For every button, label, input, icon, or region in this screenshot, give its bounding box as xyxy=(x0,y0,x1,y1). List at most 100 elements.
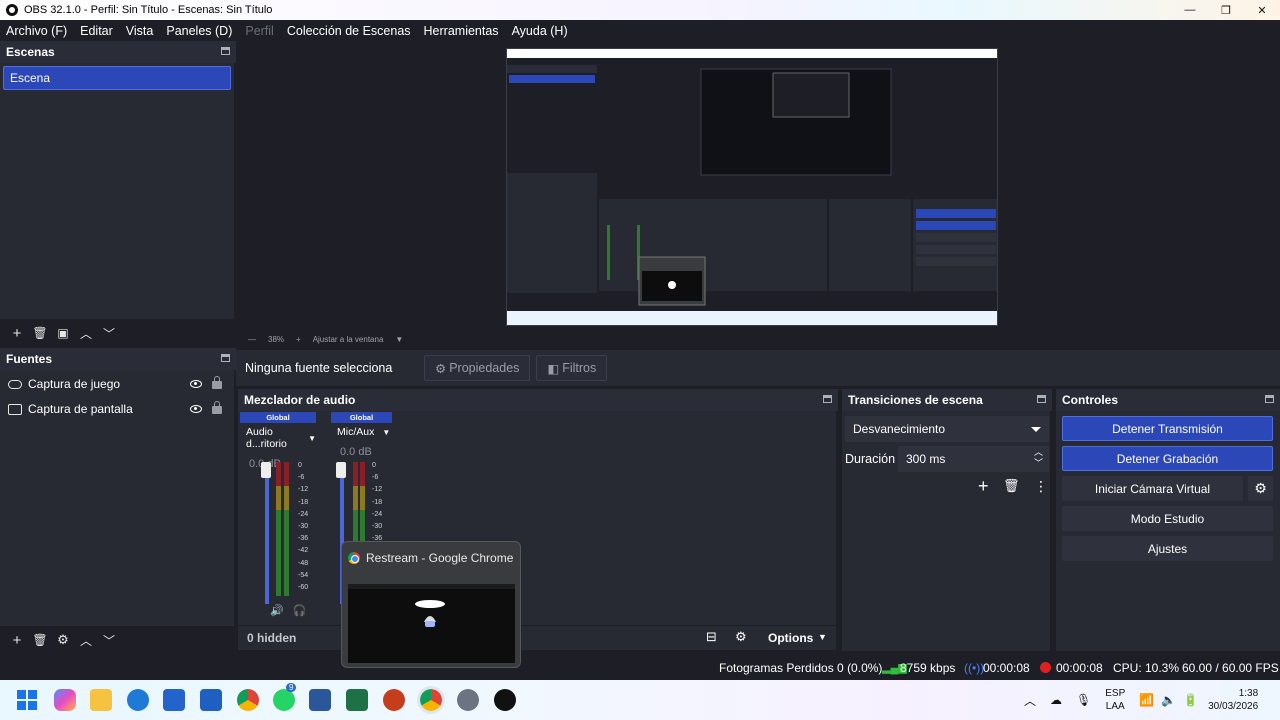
stop-stream-button[interactable]: Detener Transmisión xyxy=(1062,416,1273,441)
start-virtual-camera-button[interactable]: Iniciar Cámara Virtual xyxy=(1062,476,1243,501)
volume-fader-track[interactable] xyxy=(265,470,269,604)
channel-name: Mic/Aux xyxy=(337,426,375,438)
copilot-icon[interactable] xyxy=(54,689,76,711)
status-bar: Fotogramas Perdidos 0 (0.0%) ▂▄▆ 8759 kb… xyxy=(0,656,1280,680)
zoom-fit-dropdown[interactable]: Ajustar a la ventana xyxy=(313,335,384,344)
options-button[interactable]: Options xyxy=(768,631,813,645)
undock-icon[interactable] xyxy=(221,47,230,55)
menu-herramientas[interactable]: Herramientas xyxy=(424,24,499,38)
close-button[interactable]: ✕ xyxy=(1244,0,1280,20)
headphones-icon[interactable]: 🎧 xyxy=(293,605,307,617)
lock-icon[interactable] xyxy=(212,376,222,389)
edge-icon[interactable] xyxy=(127,689,149,711)
store-icon[interactable] xyxy=(163,689,185,711)
source-item-game-capture[interactable]: Captura de juego xyxy=(4,372,230,396)
move-up-icon[interactable]: ︿ xyxy=(75,322,97,344)
zoom-in-icon[interactable]: + xyxy=(296,335,301,344)
microphone-icon[interactable]: 🎙 xyxy=(1076,693,1091,707)
add-scene-icon[interactable]: + xyxy=(6,322,28,344)
file-explorer-icon[interactable] xyxy=(90,689,112,711)
whatsapp-icon[interactable]: 9 xyxy=(273,683,297,711)
scene-filters-icon[interactable]: ▣ xyxy=(52,322,74,344)
source-label: Captura de juego xyxy=(28,377,121,391)
channel-name-dropdown[interactable]: Audio d...ritorio ▼ xyxy=(240,426,316,450)
volume-fader-knob[interactable] xyxy=(261,462,271,478)
wifi-icon[interactable]: 📶 xyxy=(1139,693,1154,707)
more-options-icon[interactable]: ⋮ xyxy=(1034,478,1048,495)
controls-title: Controles xyxy=(1062,393,1119,407)
filters-button[interactable]: ◧ Filtros xyxy=(536,355,608,381)
source-label: Captura de pantalla xyxy=(28,402,133,416)
menu-vista[interactable]: Vista xyxy=(126,24,154,38)
move-up-icon[interactable]: ︿ xyxy=(75,629,97,651)
math-app-icon[interactable] xyxy=(200,689,222,711)
word-icon[interactable] xyxy=(309,689,331,711)
popup-title-row: Restream - Google Chrome xyxy=(348,551,513,565)
add-transition-icon[interactable]: + xyxy=(978,476,989,497)
lock-icon[interactable] xyxy=(212,401,222,414)
language-indicator[interactable]: ESP LAA xyxy=(1105,687,1125,713)
remove-source-icon[interactable]: 🗑 xyxy=(29,629,51,651)
virtual-camera-settings-gear-icon[interactable]: ⚙ xyxy=(1248,476,1273,501)
menu-archivo[interactable]: Archivo (F) xyxy=(6,24,67,38)
transitions-title: Transiciones de escena xyxy=(848,393,983,407)
menu-editar[interactable]: Editar xyxy=(80,24,113,38)
record-time: 00:00:08 xyxy=(1056,661,1103,675)
zoom-out-icon[interactable]: — xyxy=(248,335,256,344)
advanced-audio-icon[interactable]: ⚙ xyxy=(735,629,747,645)
studio-mode-button[interactable]: Modo Estudio xyxy=(1062,506,1273,531)
powerpoint-icon[interactable] xyxy=(383,689,405,711)
mixer-footer: 0 hidden ⊟ ⚙ Options ▼ xyxy=(238,626,836,650)
visibility-eye-icon[interactable] xyxy=(190,405,202,413)
visibility-eye-icon[interactable] xyxy=(190,380,202,388)
gear-icon: ⚙ xyxy=(435,361,447,376)
excel-icon[interactable] xyxy=(346,689,368,711)
hidden-count[interactable]: 0 hidden xyxy=(247,631,296,645)
add-source-icon[interactable]: + xyxy=(6,629,28,651)
menu-paneles[interactable]: Paneles (D) xyxy=(166,24,232,38)
spin-arrows-icon[interactable]: ︿ ﹀ xyxy=(1034,447,1043,469)
no-source-label: Ninguna fuente selecciona xyxy=(245,361,393,375)
remove-scene-icon[interactable]: 🗑 xyxy=(29,322,51,344)
volume-fader-knob[interactable] xyxy=(336,462,346,478)
undock-icon[interactable] xyxy=(1037,395,1046,403)
undock-icon[interactable] xyxy=(221,354,230,362)
settings-gear-icon[interactable] xyxy=(457,689,479,711)
channel-name-dropdown[interactable]: Mic/Aux ▼ xyxy=(331,426,392,438)
undock-icon[interactable] xyxy=(823,395,832,403)
menu-coleccion-escenas[interactable]: Colección de Escenas xyxy=(287,24,411,38)
remove-transition-icon[interactable]: 🗑 xyxy=(1003,478,1020,494)
minimize-button[interactable]: — xyxy=(1172,0,1208,20)
meter-ticks: 0 -6 -12 -18 -24 -30 -36 xyxy=(372,462,383,543)
cloud-icon[interactable]: ☁ xyxy=(1050,693,1062,707)
chrome-thumbnail-popup[interactable]: Restream - Google Chrome xyxy=(341,541,521,668)
source-properties-icon[interactable]: ⚙ xyxy=(52,629,74,651)
chevron-down-icon xyxy=(1031,427,1041,432)
move-down-icon[interactable]: ﹀ xyxy=(98,629,120,651)
duration-spinbox[interactable]: 300 ms ︿ ﹀ xyxy=(898,446,1049,472)
transition-select[interactable]: Desvanecimiento xyxy=(845,416,1049,442)
settings-button[interactable]: Ajustes xyxy=(1062,536,1273,561)
start-windows-icon[interactable] xyxy=(17,690,37,710)
scenes-toolbar: + 🗑 ▣ ︿ ﹀ xyxy=(0,319,234,347)
layout-icon[interactable]: ⊟ xyxy=(706,629,717,645)
properties-button[interactable]: ⚙ Propiedades xyxy=(424,355,531,381)
clock[interactable]: 1:38 30/03/2026 xyxy=(1208,687,1258,713)
transition-actions: + 🗑 ⋮ xyxy=(978,475,1048,497)
speaker-icon[interactable]: 🔊 xyxy=(270,605,284,617)
sources-dock-title: Fuentes xyxy=(0,348,236,370)
chrome-taskbar-icon[interactable] xyxy=(237,689,259,711)
chevron-up-icon[interactable]: ︿ xyxy=(1024,692,1036,709)
menu-ayuda[interactable]: Ayuda (H) xyxy=(512,24,568,38)
obs-logo-icon xyxy=(6,4,18,16)
move-down-icon[interactable]: ﹀ xyxy=(98,322,120,344)
battery-icon[interactable]: 🔋 xyxy=(1183,693,1198,707)
maximize-button[interactable]: ❐ xyxy=(1208,0,1244,20)
obs-taskbar-icon[interactable] xyxy=(494,689,516,711)
volume-icon[interactable]: 🔈 xyxy=(1161,693,1176,707)
source-item-screen-capture[interactable]: Captura de pantalla xyxy=(4,397,230,421)
stop-recording-button[interactable]: Detener Grabación xyxy=(1062,446,1273,471)
undock-icon[interactable] xyxy=(1265,395,1274,403)
chrome-active-icon[interactable] xyxy=(417,686,445,714)
scene-item[interactable]: Escena xyxy=(3,66,231,90)
